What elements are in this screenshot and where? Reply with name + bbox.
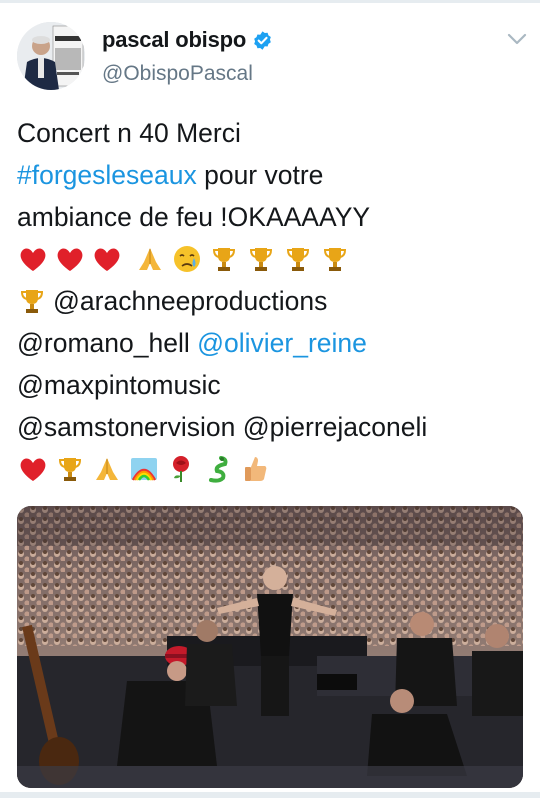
tweet-text-line: @samstonervision @pierrejaconeli <box>17 406 532 448</box>
text-segment: Concert n 40 Merci <box>17 118 241 148</box>
hashtag-link[interactable]: #forgesleseaux <box>17 160 197 190</box>
mention-link[interactable]: @olivier_reine <box>197 328 367 358</box>
folded-hands-icon <box>135 244 165 274</box>
tweet-text-line: @romano_hell @olivier_reine <box>17 322 532 364</box>
trophy-icon <box>55 454 85 484</box>
folded-hands-icon <box>92 454 122 484</box>
emoji-row <box>18 238 532 280</box>
rose-icon <box>166 454 196 484</box>
mention-text: @romano_hell <box>17 328 198 358</box>
emoji-row <box>18 448 532 490</box>
heart-icon <box>55 244 85 274</box>
concert-photo <box>17 506 523 788</box>
mention-text: @arachneeproductions <box>53 286 328 316</box>
heart-icon <box>92 244 122 274</box>
verified-badge-icon <box>252 30 273 51</box>
trophy-icon <box>209 244 239 274</box>
mention-text: @maxpintomusic <box>17 370 221 400</box>
bottom-divider <box>0 792 540 798</box>
top-divider <box>0 0 540 3</box>
tweet-media-photo[interactable] <box>17 506 523 788</box>
dragon-icon <box>203 454 233 484</box>
trophy-icon <box>283 244 313 274</box>
text-segment: ambiance de feu !OKAAAAYY <box>17 202 371 232</box>
tweet-text-line: @maxpintomusic <box>17 364 532 406</box>
tweet-text-line: Concert n 40 Merci <box>17 112 532 154</box>
tweet-text-line: @arachneeproductions <box>17 280 532 322</box>
heart-icon <box>18 244 48 274</box>
author-handle[interactable]: @ObispoPascal <box>102 62 253 86</box>
mention-text: @samstonervision @pierrejaconeli <box>17 412 428 442</box>
tweet-text-line: #forgesleseaux pour votre <box>17 154 532 196</box>
tweet-text: Concert n 40 Merci #forgesleseaux pour v… <box>17 112 532 490</box>
trophy-icon <box>320 244 350 274</box>
rainbow-icon <box>129 454 159 484</box>
tweet-text-line: ambiance de feu !OKAAAAYY <box>17 196 532 238</box>
text-segment: pour votre <box>196 160 324 190</box>
trophy-icon <box>246 244 276 274</box>
avatar-photo <box>17 22 85 90</box>
thumbs-up-icon <box>240 454 270 484</box>
trophy-icon <box>17 286 47 316</box>
crying-face-icon <box>172 244 202 274</box>
author-display-name[interactable]: pascal obispo <box>102 27 246 53</box>
author-name-row[interactable]: pascal obispo <box>102 27 273 53</box>
heart-icon <box>18 454 48 484</box>
chevron-down-icon[interactable] <box>506 32 528 46</box>
author-avatar[interactable] <box>17 22 85 90</box>
